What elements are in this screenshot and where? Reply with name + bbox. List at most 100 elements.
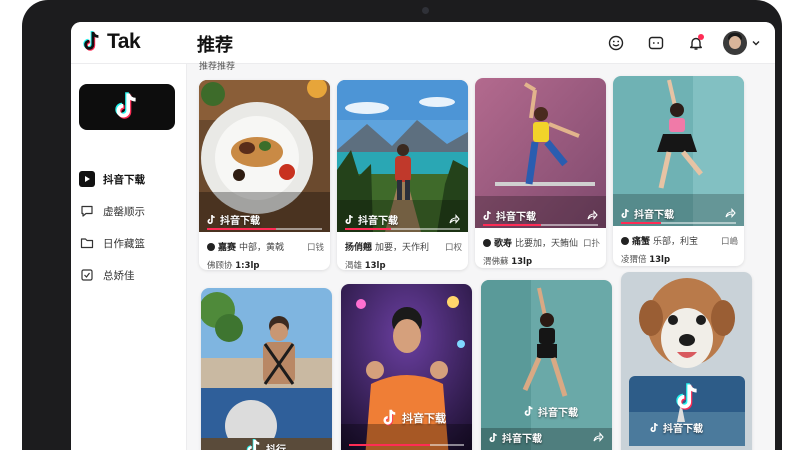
tiktok-logo-icon (345, 214, 353, 224)
author-subtitle: 比要加，天鲔仙 (515, 239, 579, 249)
share-icon[interactable] (592, 431, 604, 443)
card-badge: 抖音下载 (381, 408, 446, 428)
video-thumbnail[interactable]: 抖音下载 (341, 284, 472, 450)
card-badge: 抖音下载 (620, 206, 674, 221)
sidebar-item-label: 抖音下载 (103, 173, 145, 186)
tiktok-logo-icon (246, 439, 260, 450)
tiktok-logo-icon (383, 409, 396, 426)
sidebar-nav: 抖音下载 虚罄顺示 日作藏篮 总娇佳 (79, 166, 183, 294)
tiktok-logo-icon (676, 383, 697, 410)
author-name: 嘉赛 (218, 243, 237, 253)
card-stats: 渴雄 13lp (345, 261, 386, 270)
like-count: 口钱 (306, 242, 324, 253)
tiktok-logo-icon (650, 422, 658, 432)
video-progress (483, 224, 598, 226)
card-badge: 抖音下载 (488, 430, 542, 445)
video-thumbnail[interactable]: 抖音下载 抖音下载 (481, 280, 612, 450)
card-badge: 抖音下载 (482, 208, 536, 223)
sidebar-item-settings[interactable]: 总娇佳 (79, 262, 183, 288)
tiktok-logo-icon (483, 210, 491, 220)
play-icon (79, 171, 95, 187)
share-icon[interactable] (448, 213, 460, 225)
author-avatar (621, 236, 629, 245)
card-badge: 抖音下载 (206, 212, 260, 227)
page-title: 推荐 (197, 35, 233, 56)
author-name: 痛蟹 (632, 237, 651, 247)
author-name: 扬俏翹 (345, 243, 373, 253)
card-stats: 佛顾协 1:3lp (207, 261, 260, 270)
video-card[interactable]: 抖行 (201, 288, 332, 450)
video-thumbnail[interactable]: 抖音下载 (337, 80, 468, 232)
video-card[interactable]: 抖音下载 扬俏翹 加要，天作利 口权 渴雄 13lp (337, 80, 468, 270)
card-stats: 凌猬倍 13lp (621, 255, 671, 265)
video-card[interactable]: 抖音下载 歌寿 比要加，天鲔仙 口扑 渭佛蘇 13lp (475, 78, 606, 268)
sidebar-item-download[interactable]: 抖音下载 (79, 166, 183, 192)
card-stats: 渭佛蘇 13lp (483, 257, 533, 267)
app-tile-button[interactable] (79, 84, 175, 130)
video-thumbnail[interactable]: 抖音下载 (475, 78, 606, 228)
video-card[interactable]: 抖音下载 (621, 272, 752, 450)
author-name: 歌寿 (494, 239, 513, 249)
folder-icon (79, 235, 95, 251)
avatar[interactable] (723, 31, 747, 55)
section-label: 推荐推荐 (199, 62, 236, 72)
sidebar: 抖音下载 虚罄顺示 日作藏篮 总娇佳 (71, 64, 187, 450)
author-subtitle: 乐部，利宝 (653, 237, 699, 247)
progress-fill (621, 222, 662, 224)
top-bar: Tak 推荐 (71, 22, 775, 64)
tiktok-logo-icon (621, 208, 629, 218)
video-thumbnail[interactable]: 抖音下载 (613, 76, 744, 226)
video-thumbnail[interactable]: 抖行 (201, 288, 332, 450)
smile-icon[interactable] (603, 30, 629, 56)
video-thumbnail[interactable]: 抖音下载 (621, 272, 752, 450)
sidebar-item-label: 日作藏篮 (103, 237, 145, 250)
author-subtitle: 中部，黄戟 (239, 243, 285, 253)
chevron-down-icon[interactable] (751, 38, 761, 48)
card-meta: 嘉赛 中部，黄戟 口钱 佛顾协 1:3lp (207, 240, 324, 270)
video-card[interactable]: 抖音下载 (341, 284, 472, 450)
card-meta: 痛蟹 乐部，利宝 口嶋 凌猬倍 13lp (621, 234, 738, 265)
video-card[interactable]: 抖音下载 嘉赛 中部，黄戟 口钱 佛顾协 1:3lp (199, 80, 330, 270)
video-card[interactable]: 抖音下载 抖音下载 (481, 280, 612, 450)
notification-dot (698, 34, 704, 40)
tiktok-logo-icon (524, 405, 533, 416)
card-badge: 抖音下载 (649, 420, 703, 435)
sidebar-item-folder[interactable]: 日作藏篮 (79, 230, 183, 256)
check-square-icon (79, 267, 95, 283)
progress-fill (345, 228, 391, 230)
like-count: 口扑 (582, 238, 600, 249)
author-avatar (207, 242, 215, 251)
share-icon[interactable] (724, 207, 736, 219)
logo-text: Tak (107, 30, 141, 53)
bell-icon[interactable] (683, 30, 709, 56)
like-count: 口嶋 (720, 236, 738, 247)
tablet-frame: Tak 推荐 抖音下载 虚罄顺示 日作藏篮 总娇佳 推荐推荐 抖音下载 嘉赛 中… (22, 0, 782, 450)
chat-icon (79, 203, 95, 219)
tiktok-logo-icon (489, 432, 497, 442)
video-progress (621, 222, 736, 224)
video-card[interactable]: 抖音下载 痛蟹 乐部，利宝 口嶋 凌猬倍 13lp (613, 76, 744, 266)
sidebar-item-label: 总娇佳 (103, 269, 135, 282)
author-subtitle: 加要，天作利 (375, 243, 430, 253)
video-thumbnail[interactable]: 抖音下载 (199, 80, 330, 232)
progress-fill (349, 444, 430, 446)
app-screen: Tak 推荐 抖音下载 虚罄顺示 日作藏篮 总娇佳 推荐推荐 抖音下载 嘉赛 中… (71, 22, 775, 450)
card-meta: 扬俏翹 加要，天作利 口权 渴雄 13lp (345, 240, 462, 271)
app-logo[interactable]: Tak (81, 30, 141, 54)
tiktok-logo-icon (83, 31, 99, 51)
camera (422, 7, 429, 14)
like-count: 口权 (444, 242, 462, 253)
video-progress (207, 228, 322, 230)
message-icon[interactable] (643, 30, 669, 56)
progress-fill (207, 228, 276, 230)
author-avatar (483, 238, 491, 247)
tiktok-logo-icon (207, 214, 215, 224)
card-badge: 抖音下载 (344, 212, 398, 227)
sidebar-item-label: 虚罄顺示 (103, 205, 145, 218)
card-meta: 歌寿 比要加，天鲔仙 口扑 渭佛蘇 13lp (483, 236, 600, 267)
sidebar-item-chat[interactable]: 虚罄顺示 (79, 198, 183, 224)
share-icon[interactable] (586, 209, 598, 221)
video-progress (345, 228, 460, 230)
card-badge: 抖行 (245, 438, 286, 450)
card-badge: 抖音下载 (523, 404, 578, 419)
